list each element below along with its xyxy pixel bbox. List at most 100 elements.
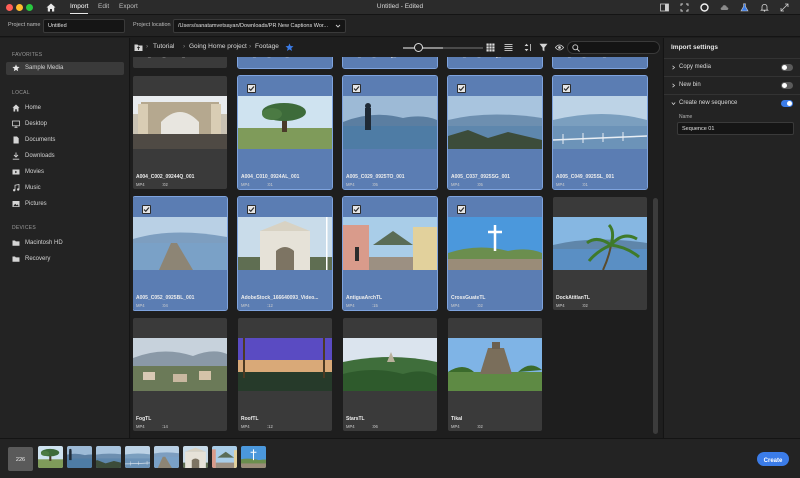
grid-view-icon[interactable] — [486, 43, 495, 52]
media-card[interactable]: DockAtitlanTL MP4:02 — [553, 197, 647, 310]
tray-thumbnail[interactable] — [38, 446, 63, 468]
tray-thumbnail[interactable] — [183, 446, 208, 468]
sidebar-item-movies[interactable]: Movies — [6, 166, 124, 179]
project-bar: Project name Untitled Project location /… — [0, 15, 800, 37]
clip-thumbnail[interactable] — [553, 96, 647, 149]
expand-icon[interactable] — [780, 3, 789, 12]
selected-count-badge[interactable]: 226 — [8, 447, 33, 471]
tray-thumbnail[interactable] — [67, 446, 92, 468]
sequence-name-input[interactable]: Sequence 01 — [677, 122, 794, 135]
media-card[interactable]: StarsTL MP4:06 — [343, 318, 437, 431]
clip-format: MP4 — [241, 303, 250, 308]
sidebar-item-recovery[interactable]: Recovery — [6, 253, 124, 266]
new-bin-toggle[interactable] — [781, 82, 793, 89]
progress-icon[interactable] — [700, 3, 709, 12]
breadcrumb-tutorial[interactable]: Tutorial — [153, 43, 174, 50]
checkbox-checked-icon[interactable] — [562, 84, 571, 93]
full-screen-icon[interactable] — [680, 3, 689, 12]
eye-icon[interactable] — [555, 43, 564, 52]
sidebar-item-documents[interactable]: Documents — [6, 134, 124, 147]
media-card[interactable]: A004_C010_09223I_001 — [237, 57, 333, 69]
media-card[interactable]: RoofTL MP4:12 — [238, 318, 332, 431]
media-card[interactable]: A002_C002_092217_001 — [133, 57, 227, 68]
copy-media-toggle[interactable] — [781, 64, 793, 71]
clip-thumbnail[interactable] — [343, 217, 437, 270]
tray-thumbnail[interactable] — [212, 446, 237, 468]
zoom-slider-handle[interactable] — [414, 43, 423, 52]
tray-thumbnail[interactable] — [154, 446, 179, 468]
checkbox-checked-icon[interactable] — [352, 84, 361, 93]
media-card[interactable]: A005_C008_09230Q_001 — [342, 57, 438, 69]
clip-thumbnail[interactable] — [133, 338, 227, 391]
media-card[interactable]: A005_C049_0925SL_001 MP4:01 — [552, 75, 648, 190]
sidebar-item-downloads[interactable]: Downloads — [6, 150, 124, 163]
checkbox-checked-icon[interactable] — [247, 205, 256, 214]
workspace-icon[interactable] — [660, 3, 669, 12]
clip-meta: MP4:04 — [136, 303, 168, 308]
create-sequence-toggle[interactable] — [781, 100, 793, 107]
clip-name: DockAtitlanTL — [556, 295, 590, 301]
media-card[interactable]: AntiguaArchTL MP4:15 — [342, 196, 438, 311]
media-card[interactable]: A005_C049_0925SL_001 — [552, 57, 648, 69]
breadcrumb-going-home-project[interactable]: Going Home project — [189, 43, 247, 50]
media-card[interactable]: A004_C002_09244Q_001 MP4:02 — [133, 76, 227, 189]
sort-icon[interactable] — [524, 43, 533, 52]
clip-thumbnail[interactable] — [133, 96, 227, 149]
new-bin-row[interactable]: New bin — [664, 76, 800, 94]
clip-thumbnail[interactable] — [343, 338, 437, 391]
clip-thumbnail[interactable] — [343, 96, 437, 149]
tray-thumbnail[interactable] — [96, 446, 121, 468]
clip-thumbnail[interactable] — [238, 217, 332, 270]
search-input[interactable] — [567, 41, 660, 54]
create-sequence-row[interactable]: Create new sequence — [664, 94, 800, 112]
media-card[interactable]: A005_C037_09230Q_001 — [447, 57, 543, 69]
media-card[interactable]: FogTL MP4:14 — [133, 318, 227, 431]
filter-icon[interactable] — [539, 43, 548, 52]
beta-flask-icon[interactable] — [740, 3, 749, 12]
media-card[interactable]: Tikal MP4:02 — [448, 318, 542, 431]
grid-scrollbar[interactable] — [653, 198, 658, 434]
sidebar: FAVORITES Sample Media LOCAL Home Deskto… — [0, 38, 130, 438]
create-sequence-label: Create new sequence — [679, 100, 738, 106]
media-card[interactable]: A005_C037_0925SG_001 MP4:05 — [447, 75, 543, 190]
list-view-icon[interactable] — [504, 43, 513, 52]
checkbox-checked-icon[interactable] — [457, 84, 466, 93]
notifications-bell-icon[interactable] — [760, 3, 769, 12]
create-button[interactable]: Create — [757, 452, 789, 466]
media-card[interactable]: CrossGuateTL MP4:02 — [447, 196, 543, 311]
cloud-icon[interactable] — [720, 3, 729, 12]
breadcrumb-footage[interactable]: Footage — [255, 43, 279, 50]
sidebar-item-home[interactable]: Home — [6, 102, 124, 115]
checkbox-checked-icon[interactable] — [247, 84, 256, 93]
media-card[interactable]: A004_C010_0924AL_001 MP4:01 — [237, 75, 333, 190]
clip-thumbnail[interactable] — [553, 217, 647, 270]
media-card[interactable]: A005_C052_0925BL_001 MP4:04 — [133, 196, 228, 311]
media-card[interactable]: A005_C029_0925TO_001 MP4:05 — [342, 75, 438, 190]
checkbox-checked-icon[interactable] — [142, 205, 151, 214]
sidebar-item-macintosh-hd[interactable]: Macintosh HD — [6, 237, 124, 250]
clip-thumbnail[interactable] — [133, 217, 227, 270]
favorite-star-icon[interactable] — [285, 43, 294, 52]
clip-duration: :02 — [477, 424, 483, 429]
clip-thumbnail[interactable] — [448, 338, 542, 391]
clip-thumbnail[interactable] — [238, 338, 332, 391]
clip-name: FogTL — [136, 416, 152, 422]
project-name-input[interactable]: Untitled — [43, 19, 125, 33]
tray-thumbnail[interactable] — [241, 446, 266, 468]
folder-up-icon[interactable] — [134, 43, 143, 52]
clip-thumbnail[interactable] — [238, 96, 332, 149]
clip-meta: MP4:02 — [451, 424, 483, 429]
project-location-select[interactable]: /Users/sanatamvetsayan/Downloads/PR New … — [173, 19, 346, 33]
clip-thumbnail[interactable] — [448, 217, 542, 270]
media-card[interactable]: AdobeStock_166640093_Video... MP4:12 — [237, 196, 333, 311]
sidebar-item-sample-media[interactable]: Sample Media — [6, 62, 124, 75]
sidebar-item-music[interactable]: Music — [6, 182, 124, 195]
clip-thumbnail[interactable] — [448, 96, 542, 149]
sidebar-item-pictures[interactable]: Pictures — [6, 198, 124, 211]
sidebar-item-desktop[interactable]: Desktop — [6, 118, 124, 131]
checkbox-checked-icon[interactable] — [352, 205, 361, 214]
checkbox-checked-icon[interactable] — [457, 205, 466, 214]
thumbnail-image — [38, 446, 63, 468]
copy-media-row[interactable]: Copy media — [664, 58, 800, 76]
tray-thumbnail[interactable] — [125, 446, 150, 468]
